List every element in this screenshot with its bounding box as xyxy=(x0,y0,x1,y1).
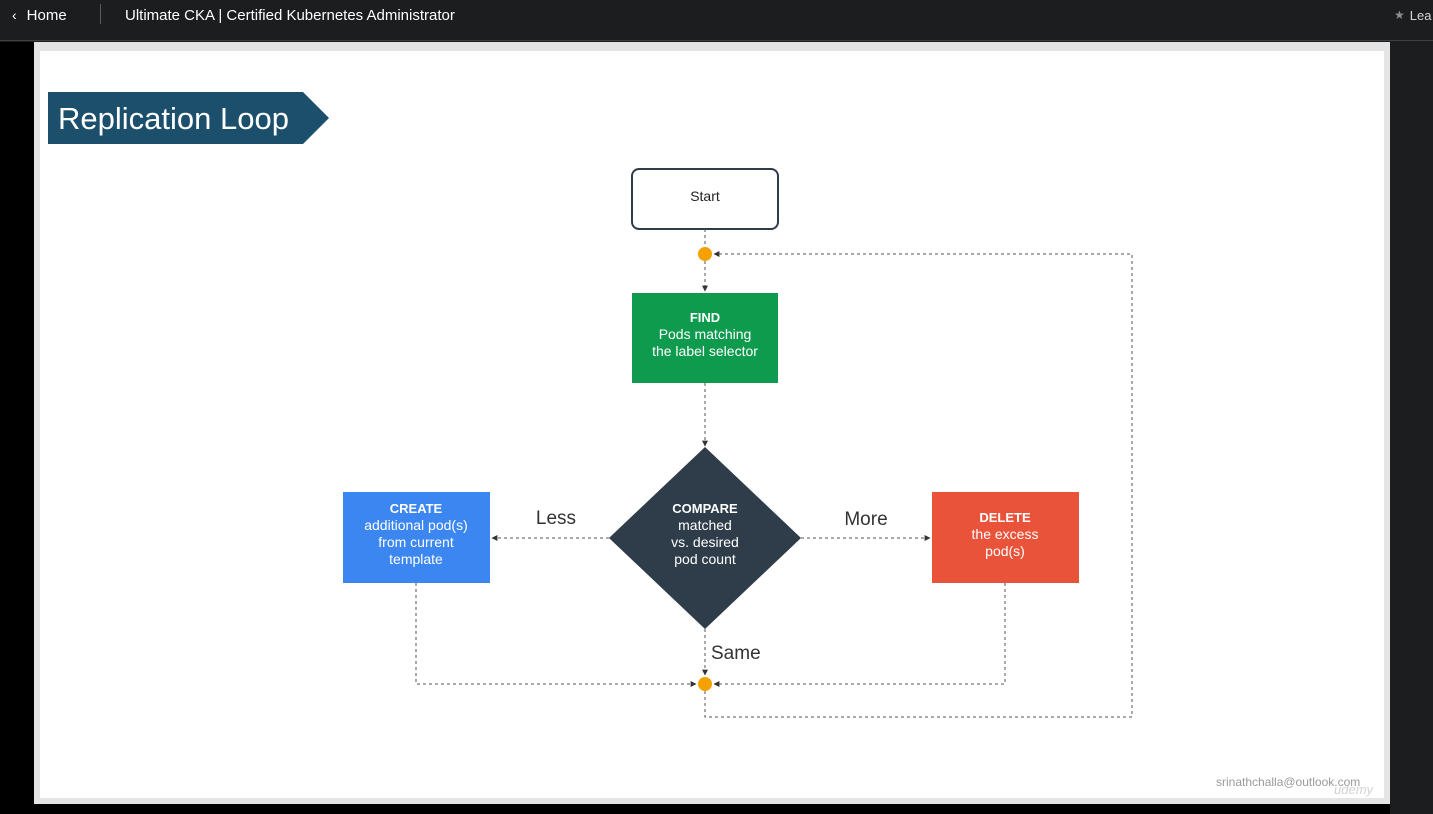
video-player[interactable]: Replication Loop Start FIND Pods matchin… xyxy=(0,42,1433,814)
find-line1: Pods matching xyxy=(659,326,752,342)
slide-frame: Replication Loop Start FIND Pods matchin… xyxy=(34,42,1390,804)
start-label: Start xyxy=(690,188,720,204)
udemy-watermark: udemy xyxy=(1334,782,1374,797)
back-home-label: Home xyxy=(26,6,67,24)
course-title: Ultimate CKA | Certified Kubernetes Admi… xyxy=(125,6,455,24)
delete-line1: the excess xyxy=(972,526,1039,542)
topbar-divider xyxy=(100,4,101,24)
star-icon: ★ xyxy=(1394,8,1405,22)
compare-line3: pod count xyxy=(674,551,736,567)
edge-same-label: Same xyxy=(711,643,761,664)
leave-rating-link[interactable]: ★ Lea xyxy=(1394,0,1431,30)
edge-more-label: More xyxy=(844,509,887,530)
flowchart-diagram: Replication Loop Start FIND Pods matchin… xyxy=(48,92,1133,718)
edge-delete-junction xyxy=(713,583,1006,687)
back-home-link[interactable]: ‹ Home xyxy=(12,0,67,30)
slide-title: Replication Loop xyxy=(58,101,289,136)
edge-create-junction xyxy=(415,583,697,687)
lecture-slide: Replication Loop Start FIND Pods matchin… xyxy=(40,51,1384,798)
find-heading: FIND xyxy=(690,310,720,325)
delete-heading: DELETE xyxy=(979,510,1031,525)
find-line2: the label selector xyxy=(652,343,758,359)
leave-rating-label: Lea xyxy=(1409,7,1432,23)
compare-heading: COMPARE xyxy=(672,501,738,516)
top-bar: ‹ Home Ultimate CKA | Certified Kubernet… xyxy=(0,0,1433,41)
edge-less-label: Less xyxy=(536,508,576,529)
create-line2: from current xyxy=(378,534,454,550)
bottom-junction xyxy=(698,677,712,691)
create-heading: CREATE xyxy=(390,501,443,516)
right-sidebar-edge xyxy=(1390,42,1433,814)
compare-line2: vs. desired xyxy=(671,534,739,550)
compare-line1: matched xyxy=(678,517,732,533)
create-line1: additional pod(s) xyxy=(364,517,468,533)
top-junction xyxy=(698,247,712,261)
chevron-left-icon: ‹ xyxy=(12,7,17,23)
create-line3: template xyxy=(389,551,443,567)
delete-line2: pod(s) xyxy=(985,543,1025,559)
